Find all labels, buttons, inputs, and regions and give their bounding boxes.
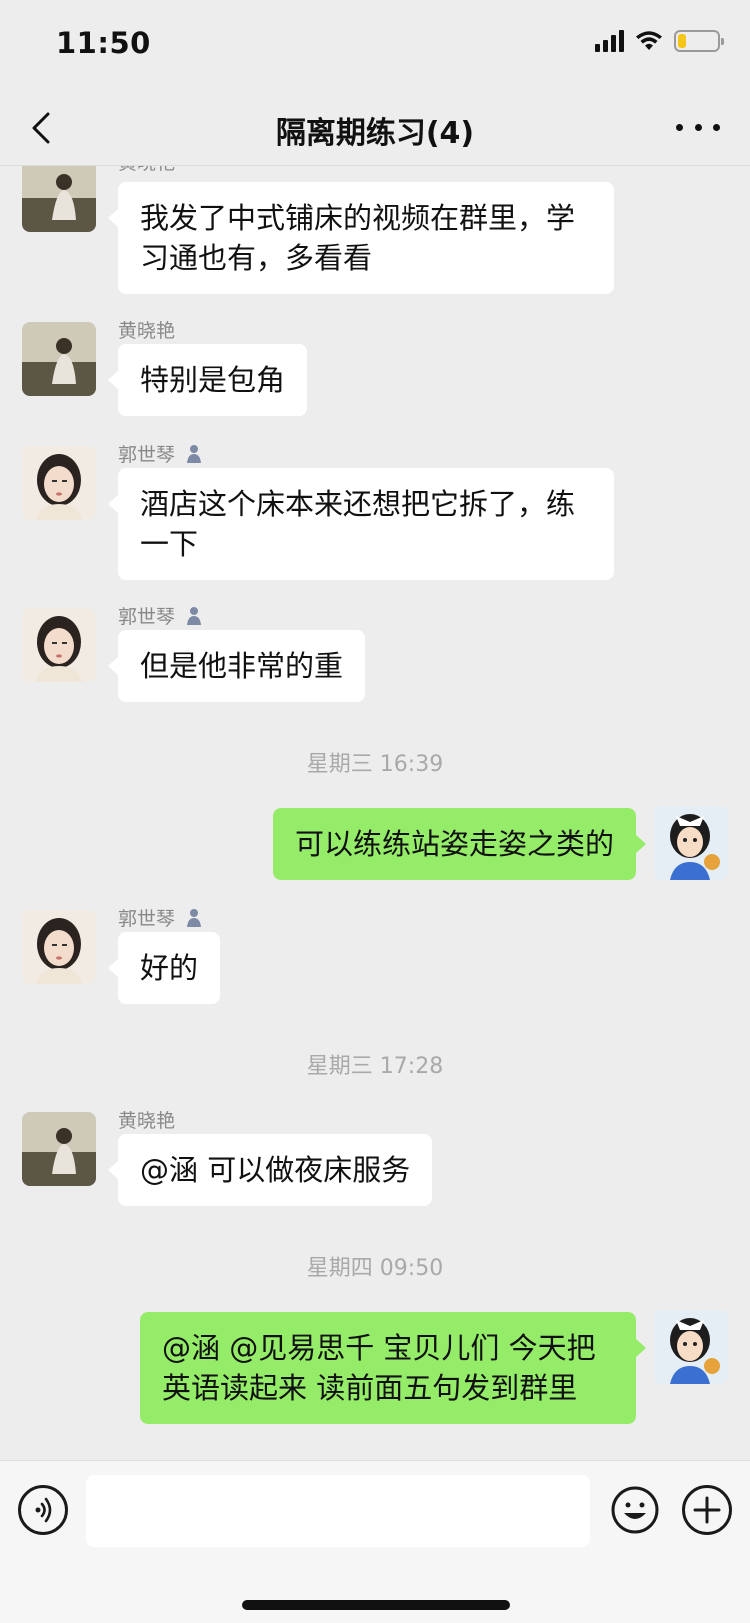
message-bubble[interactable]: 我发了中式铺床的视频在群里，学 习通也有，多看看 [108, 182, 614, 294]
status-bar: 11:50 [0, 0, 750, 90]
avatar-guo[interactable] [22, 910, 96, 984]
avatar-guo[interactable] [22, 446, 96, 520]
battery-level [678, 34, 686, 48]
voice-icon[interactable] [18, 1485, 68, 1535]
member-icon [187, 908, 202, 927]
chat-title: 隔离期练习(4) [275, 116, 475, 151]
home-indicator[interactable] [242, 1600, 510, 1610]
sender-name: 黄晓艳 [118, 166, 175, 175]
status-icons [595, 30, 724, 52]
avatar-self[interactable] [654, 806, 728, 880]
more-options-icon[interactable] [676, 112, 720, 142]
signal-icon [595, 30, 624, 52]
plus-icon[interactable] [682, 1485, 732, 1535]
sender-name: 黄晓艳 [118, 320, 176, 342]
emoji-icon[interactable] [610, 1485, 660, 1535]
timestamp: 星期四 09:50 [306, 1256, 444, 1281]
avatar-guo[interactable] [22, 608, 96, 682]
avatar-self[interactable] [654, 1310, 728, 1384]
message-bubble[interactable]: 可以练练站姿走姿之类的 [272, 808, 647, 880]
avatar-huang[interactable] [22, 322, 96, 396]
timestamp: 星期三 17:28 [306, 1054, 444, 1079]
wifi-icon [636, 31, 662, 50]
input-bar [0, 1460, 750, 1623]
sender-name: 郭世琴 [118, 904, 202, 931]
message-bubble[interactable]: 特别是包角 [107, 344, 308, 416]
member-icon [187, 606, 202, 625]
sender-name: 郭世琴 [118, 602, 202, 629]
message-bubble[interactable]: 好的 [107, 932, 221, 1004]
sender-name: 郭世琴 [118, 440, 202, 467]
status-time: 11:50 [56, 26, 151, 60]
message-bubble[interactable]: @涵 可以做夜床服务 [107, 1134, 433, 1206]
avatar-huang[interactable] [22, 166, 96, 232]
chat-header: 隔离期练习(4) [0, 90, 750, 166]
message-bubble[interactable]: @涵 @见易思千 宝贝儿们 今天把 英语读起来 读前面五句发到群里 [140, 1312, 646, 1424]
message-bubble[interactable]: 酒店这个床本来还想把它拆了，练 一下 [108, 468, 614, 580]
timestamp: 星期三 16:39 [306, 752, 444, 777]
battery-icon [674, 30, 724, 52]
avatar-huang[interactable] [22, 1112, 96, 1186]
message-bubble[interactable]: 但是他非常的重 [107, 630, 366, 702]
message-list[interactable]: 黄晓艳 我发了中式铺床的视频在群里，学 习通也有，多看看 黄晓艳 特别是包角 [0, 166, 750, 1460]
member-icon [187, 444, 202, 463]
message-input[interactable] [86, 1475, 590, 1547]
sender-name: 黄晓艳 [118, 1110, 176, 1132]
